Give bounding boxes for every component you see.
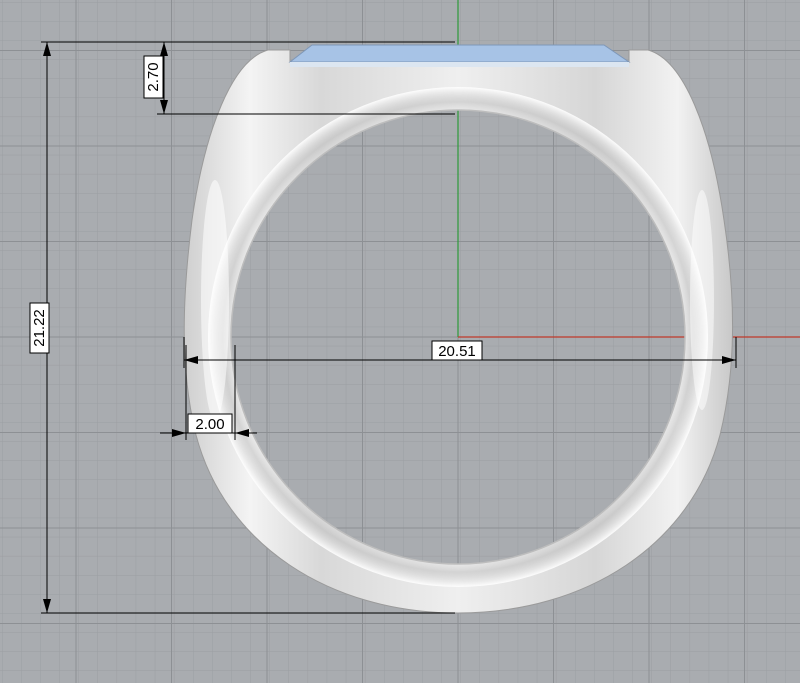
dimension-top-thickness-label: 2.70 xyxy=(145,62,162,91)
ring-model[interactable] xyxy=(183,44,734,614)
cad-viewport[interactable]: 21.22 2.70 20.51 2.00 xyxy=(0,0,800,683)
ring-inner-rim xyxy=(208,87,708,587)
signet-top-edge xyxy=(290,62,629,67)
signet-top-face xyxy=(288,44,631,63)
ring-highlight-right xyxy=(690,190,714,410)
dimension-band-width-label: 2.00 xyxy=(195,416,224,433)
dimension-overall-width-label: 20.51 xyxy=(438,343,476,360)
dimension-overall-height-label: 21.22 xyxy=(31,309,48,347)
ring-highlight-left xyxy=(201,180,229,420)
